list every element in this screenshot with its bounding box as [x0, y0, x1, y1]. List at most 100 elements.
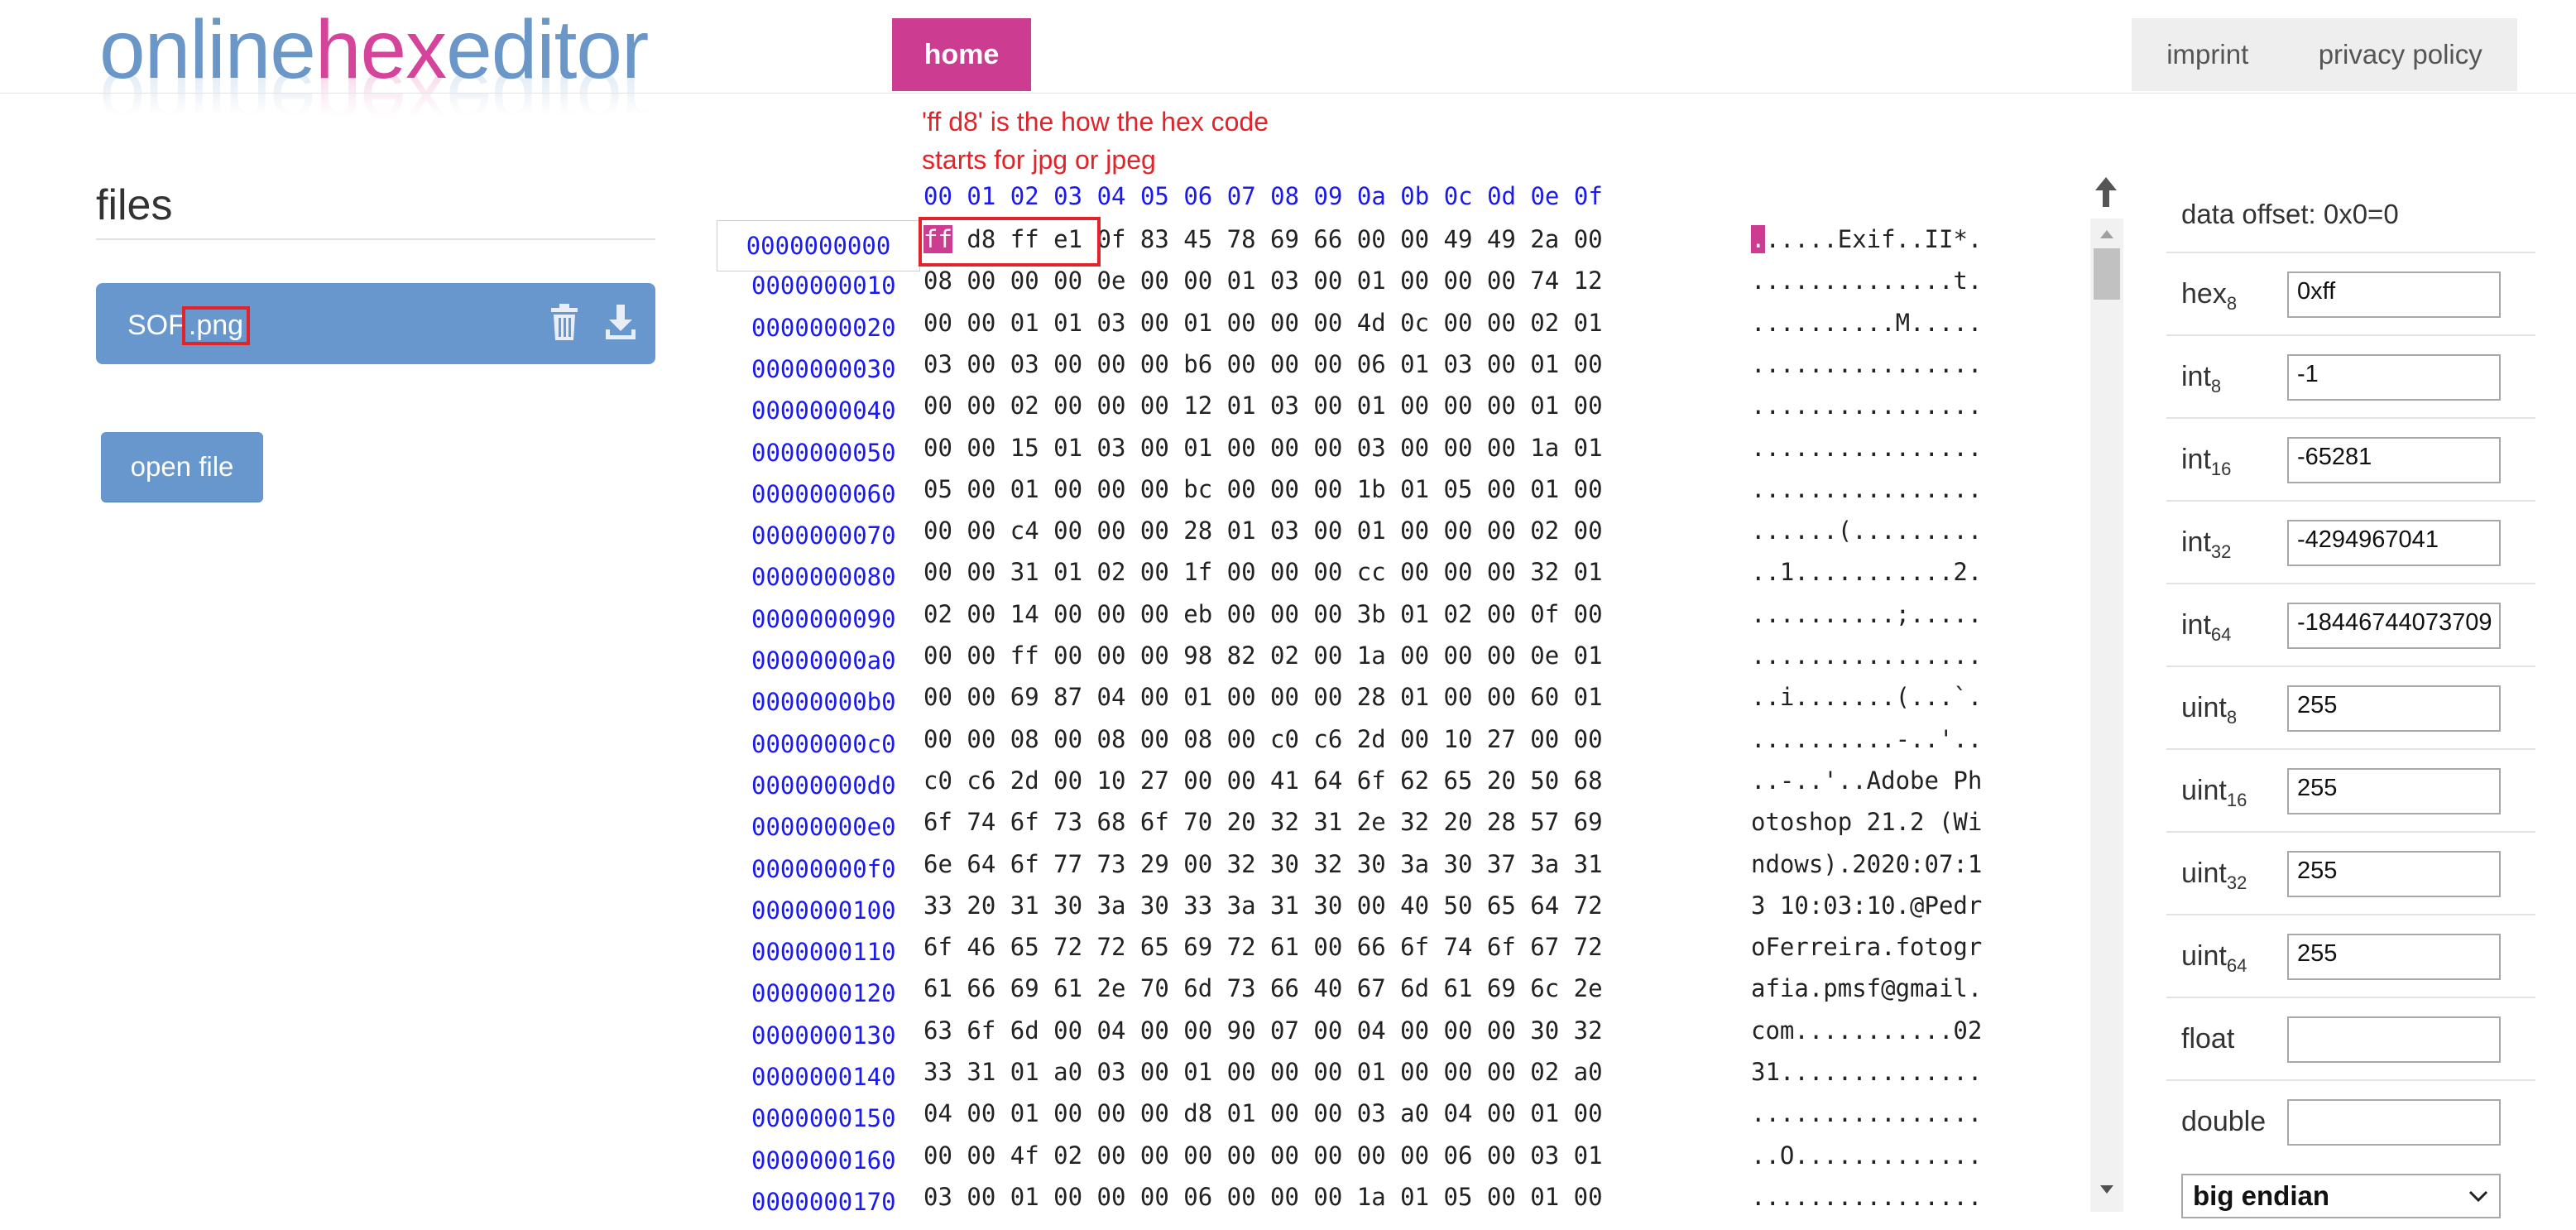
ascii-text[interactable]: ......(......... [1751, 517, 1982, 545]
ascii-text[interactable]: ..O............. [1751, 1141, 1982, 1170]
hex-scrollbar[interactable] [2090, 219, 2123, 1212]
ascii-row[interactable]: ......Exif..II*. [1751, 225, 1982, 253]
hex-row[interactable]: 05 00 01 00 00 00 bc 00 00 00 1b 01 05 0… [923, 475, 1603, 503]
ascii-text[interactable]: 31.............. [1751, 1058, 1982, 1086]
privacy-policy-link[interactable]: privacy policy [2319, 39, 2482, 70]
row-offset[interactable]: 0000000010 [751, 271, 896, 300]
hex-row[interactable]: 03 00 03 00 00 00 b6 00 00 00 06 01 03 0… [923, 350, 1603, 378]
row-offset[interactable]: 0000000110 [751, 938, 896, 966]
ascii-row[interactable]: ......(......... [1751, 517, 1982, 545]
ascii-row[interactable]: ................ [1751, 475, 1982, 503]
scroll-thumb[interactable] [2094, 248, 2120, 300]
imprint-link[interactable]: imprint [2166, 39, 2248, 70]
row-offset[interactable]: 0000000060 [751, 480, 896, 508]
row-offset[interactable]: 00000000f0 [751, 855, 896, 883]
ascii-text[interactable]: ................ [1751, 434, 1982, 462]
hex-row[interactable]: 00 00 4f 02 00 00 00 00 00 00 00 00 06 0… [923, 1141, 1603, 1170]
row-offset[interactable]: 00000000e0 [751, 813, 896, 841]
hex-bytes[interactable]: 63 6f 6d 00 04 00 00 90 07 00 04 00 00 0… [923, 1016, 1603, 1045]
ascii-row[interactable]: ..........M..... [1751, 309, 1982, 337]
hex-row[interactable]: 02 00 14 00 00 00 eb 00 00 00 3b 01 02 0… [923, 600, 1603, 628]
inspector-value-input[interactable]: -4294967041 [2287, 520, 2501, 566]
hex-bytes[interactable]: 04 00 01 00 00 00 d8 01 00 00 03 a0 04 0… [923, 1099, 1603, 1127]
row-offset[interactable]: 0000000100 [751, 896, 896, 925]
hex-row[interactable]: 6f 46 65 72 72 65 69 72 61 00 66 6f 74 6… [923, 933, 1603, 961]
ascii-row[interactable]: ..O............. [1751, 1141, 1982, 1170]
hex-row[interactable]: 00 00 15 01 03 00 01 00 00 00 03 00 00 0… [923, 434, 1603, 462]
hex-row[interactable]: 61 66 69 61 2e 70 6d 73 66 40 67 6d 61 6… [923, 974, 1603, 1002]
hex-bytes[interactable]: 00 00 02 00 00 00 12 01 03 00 01 00 00 0… [923, 392, 1603, 420]
ascii-row[interactable]: otoshop 21.2 (Wi [1751, 808, 1982, 836]
endian-select[interactable]: big endian [2181, 1174, 2501, 1218]
inspector-value-input[interactable]: 255 [2287, 934, 2501, 980]
hex-bytes[interactable]: 6e 64 6f 77 73 29 00 32 30 32 30 3a 30 3… [923, 850, 1603, 878]
inspector-value-input[interactable]: -18446744073709 [2287, 603, 2501, 649]
inspector-value-input[interactable]: 255 [2287, 768, 2501, 814]
ascii-text[interactable]: ..-..'..Adobe Ph [1751, 766, 1982, 795]
ascii-text[interactable]: ................ [1751, 1099, 1982, 1127]
selected-ascii-char[interactable]: . [1751, 225, 1766, 253]
ascii-row[interactable]: ..........;..... [1751, 600, 1982, 628]
hex-bytes[interactable]: 00 00 15 01 03 00 01 00 00 00 03 00 00 0… [923, 434, 1603, 462]
ascii-text[interactable]: ................ [1751, 641, 1982, 670]
ascii-row[interactable]: ................ [1751, 434, 1982, 462]
row-offset[interactable]: 00000000c0 [751, 730, 896, 758]
row-offset[interactable]: 0000000140 [751, 1063, 896, 1091]
inspector-value-input[interactable]: 255 [2287, 851, 2501, 897]
hex-row[interactable]: 04 00 01 00 00 00 d8 01 00 00 03 a0 04 0… [923, 1099, 1603, 1127]
arrow-up-icon[interactable] [2092, 175, 2120, 209]
ascii-text[interactable]: ................ [1751, 475, 1982, 503]
hex-bytes[interactable]: 02 00 14 00 00 00 eb 00 00 00 3b 01 02 0… [923, 600, 1603, 628]
offset-input[interactable]: 0000000000 [717, 220, 920, 271]
hex-row[interactable]: 00 00 c4 00 00 00 28 01 03 00 01 00 00 0… [923, 517, 1603, 545]
ascii-text[interactable]: .....Exif..II*. [1765, 225, 1982, 253]
ascii-row[interactable]: afia.pmsf@gmail. [1751, 974, 1982, 1002]
hex-row[interactable]: 6f 74 6f 73 68 6f 70 20 32 31 2e 32 20 2… [923, 808, 1603, 836]
ascii-text[interactable]: ................ [1751, 392, 1982, 420]
row-offset[interactable]: 0000000170 [751, 1188, 896, 1216]
ascii-text[interactable]: ..i.......(...`. [1751, 683, 1982, 711]
row-offset[interactable]: 0000000030 [751, 355, 896, 383]
hex-bytes[interactable]: 03 00 03 00 00 00 b6 00 00 00 06 01 03 0… [923, 350, 1603, 378]
ascii-text[interactable]: ..............t. [1751, 267, 1982, 295]
row-offset[interactable]: 0000000160 [751, 1146, 896, 1175]
ascii-row[interactable]: ................ [1751, 1099, 1982, 1127]
open-file-button[interactable]: open file [101, 432, 263, 502]
hex-row[interactable]: 00 00 08 00 08 00 08 00 c0 c6 2d 00 10 2… [923, 725, 1603, 753]
row-offset[interactable]: 0000000040 [751, 396, 896, 425]
hex-bytes[interactable]: 00 00 c4 00 00 00 28 01 03 00 01 00 00 0… [923, 517, 1603, 545]
row-offset[interactable]: 0000000070 [751, 521, 896, 550]
ascii-row[interactable]: oFerreira.fotogr [1751, 933, 1982, 961]
ascii-row[interactable]: ................ [1751, 392, 1982, 420]
hex-bytes[interactable]: 08 00 00 00 0e 00 00 01 03 00 01 00 00 0… [923, 267, 1603, 295]
site-logo[interactable]: onlinehexeditor [99, 8, 844, 91]
ascii-text[interactable]: ..1...........2. [1751, 558, 1982, 586]
ascii-row[interactable]: ndows).2020:07:1 [1751, 850, 1982, 878]
row-offset[interactable]: 0000000020 [751, 314, 896, 342]
ascii-row[interactable]: ..1...........2. [1751, 558, 1982, 586]
ascii-row[interactable]: ..........-..'.. [1751, 725, 1982, 753]
row-offset[interactable]: 00000000a0 [751, 646, 896, 675]
ascii-row[interactable]: ................ [1751, 1183, 1982, 1211]
hex-row[interactable]: 63 6f 6d 00 04 00 00 90 07 00 04 00 00 0… [923, 1016, 1603, 1045]
ascii-text[interactable]: otoshop 21.2 (Wi [1751, 808, 1982, 836]
hex-bytes[interactable]: 03 00 01 00 00 00 06 00 00 00 1a 01 05 0… [923, 1183, 1603, 1211]
hex-row[interactable]: 33 20 31 30 3a 30 33 3a 31 30 00 40 50 6… [923, 891, 1603, 920]
ascii-row[interactable]: com...........02 [1751, 1016, 1982, 1045]
inspector-value-input[interactable]: 255 [2287, 685, 2501, 732]
hex-bytes[interactable]: 00 00 ff 00 00 00 98 82 02 00 1a 00 00 0… [923, 641, 1603, 670]
file-list-item[interactable]: SOF .png [96, 283, 655, 364]
hex-bytes[interactable]: 00 00 08 00 08 00 08 00 c0 c6 2d 00 10 2… [923, 725, 1603, 753]
ascii-row[interactable]: ..i.......(...`. [1751, 683, 1982, 711]
row-offset[interactable]: 00000000d0 [751, 771, 896, 800]
row-offset[interactable]: 0000000080 [751, 563, 896, 591]
hex-row[interactable]: c0 c6 2d 00 10 27 00 00 41 64 6f 62 65 2… [923, 766, 1603, 795]
hex-bytes[interactable]: 05 00 01 00 00 00 bc 00 00 00 1b 01 05 0… [923, 475, 1603, 503]
hex-row[interactable]: 03 00 01 00 00 00 06 00 00 00 1a 01 05 0… [923, 1183, 1603, 1211]
hex-row[interactable]: 6e 64 6f 77 73 29 00 32 30 32 30 3a 30 3… [923, 850, 1603, 878]
hex-bytes[interactable]: 61 66 69 61 2e 70 6d 73 66 40 67 6d 61 6… [923, 974, 1603, 1002]
hex-row[interactable]: 00 00 01 01 03 00 01 00 00 00 4d 0c 00 0… [923, 309, 1603, 337]
ascii-text[interactable]: ................ [1751, 350, 1982, 378]
ascii-row[interactable]: ..-..'..Adobe Ph [1751, 766, 1982, 795]
ascii-row[interactable]: ................ [1751, 641, 1982, 670]
